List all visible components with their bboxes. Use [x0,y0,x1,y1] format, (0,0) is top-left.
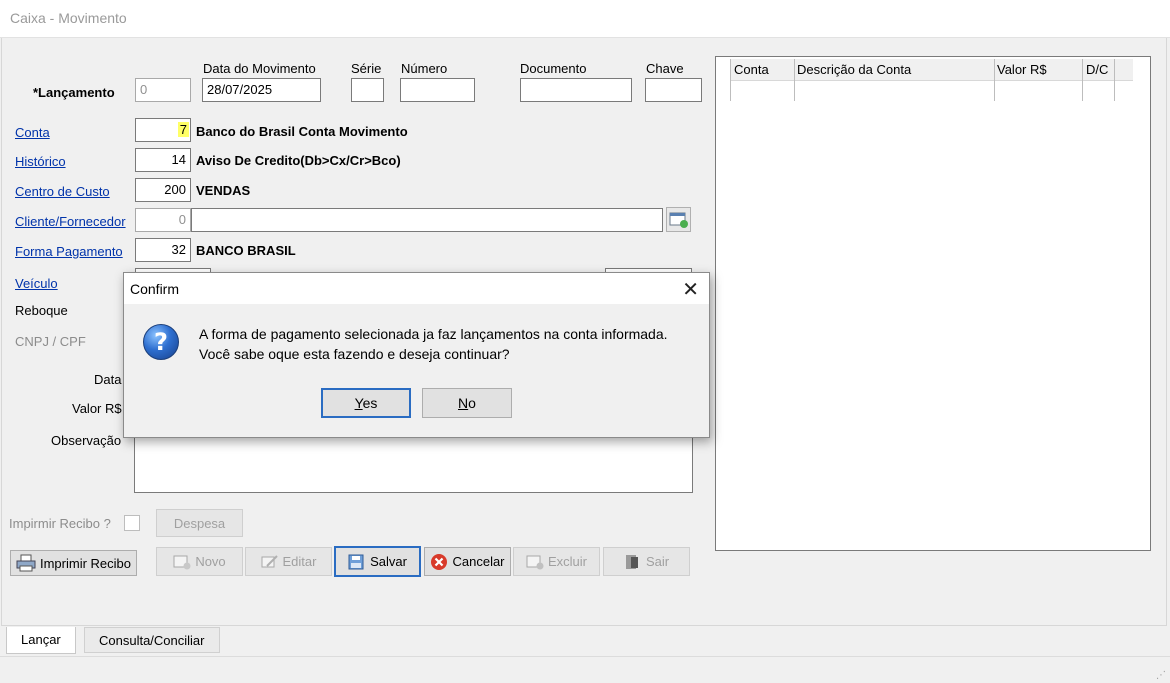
grid-divider [994,59,995,101]
grid-col-valor[interactable]: Valor R$ [997,62,1047,77]
conta-description: Banco do Brasil Conta Movimento [196,124,408,139]
yes-button[interactable]: Yes [321,388,411,418]
bottom-tab-strip: Lançar Consulta/Conciliar [0,626,1170,656]
veiculo-link[interactable]: Veículo [15,276,58,291]
close-icon[interactable]: ✕ [682,277,699,302]
cancel-icon [431,553,448,570]
confirm-dialog: Confirm ✕ ? A forma de pagamento selecio… [123,272,710,438]
lancamento-label: *Lançamento [33,85,115,100]
serie-field[interactable] [351,78,384,102]
documento-field[interactable] [520,78,632,102]
grid-divider [794,59,795,101]
salvar-button[interactable]: Salvar [334,546,421,577]
conta-code-value: 7 [177,122,189,137]
dialog-title-bar: Confirm ✕ [124,273,709,304]
reboque-label: Reboque [15,303,68,318]
centro-custo-link[interactable]: Centro de Custo [15,184,110,199]
editar-label: Editar [282,554,317,569]
forma-pagamento-link[interactable]: Forma Pagamento [15,244,123,259]
chave-label: Chave [646,61,684,76]
yes-accelerator: Y [354,395,363,411]
forma-pagamento-code-field[interactable]: 32 [135,238,191,262]
data-label: Data [94,372,122,387]
cliente-code-field[interactable]: 0 [135,208,191,232]
excluir-button[interactable]: Excluir [513,547,600,576]
no-label-rest: o [468,395,476,411]
no-button[interactable]: No [422,388,512,418]
imprimir-recibo-checkbox[interactable] [124,515,140,531]
sair-label: Sair [645,554,670,569]
valor-label: Valor R$ [72,401,122,416]
cliente-name-field[interactable] [191,208,663,232]
grid-divider [730,59,731,101]
window-title: Caixa - Movimento [10,10,127,26]
cliente-fornecedor-link[interactable]: Cliente/Fornecedor [15,214,126,229]
grid-col-dc[interactable]: D/C [1086,62,1108,77]
grid-divider [1082,59,1083,101]
lancamento-field[interactable]: 0 [135,78,191,102]
grid-divider [1114,59,1115,101]
salvar-label: Salvar [370,554,407,569]
forma-pagamento-description: BANCO BRASIL [196,243,296,258]
dialog-message-line-2: Você sabe oque esta fazendo e deseja con… [199,346,510,362]
chave-field[interactable] [645,78,702,102]
tab-lancar[interactable]: Lançar [6,627,76,654]
lookup-window-icon [669,212,688,228]
imprimir-recibo-label: Imprimir Recibo [39,555,131,571]
observacao-field[interactable] [134,430,693,493]
numero-field[interactable] [400,78,475,102]
resize-grip-icon[interactable]: ⋰ [1156,670,1166,681]
historico-code-field[interactable]: 14 [135,148,191,172]
lookup-button[interactable] [666,207,691,232]
edit-icon [261,554,278,567]
documento-label: Documento [520,61,587,76]
imprimir-recibo-question-label: Impirmir Recibo ? [9,516,111,531]
despesa-button[interactable]: Despesa [156,509,243,537]
numero-label: Número [401,61,448,76]
historico-description: Aviso De Credito(Db>Cx/Cr>Bco) [196,153,401,168]
centro-custo-description: VENDAS [196,183,251,198]
novo-label: Novo [195,554,226,569]
no-accelerator: N [458,395,469,411]
data-movimento-label: Data do Movimento [203,61,316,76]
grid-col-conta[interactable]: Conta [734,62,769,77]
sair-button[interactable]: Sair [603,547,690,576]
imprimir-recibo-button[interactable]: Imprimir Recibo [10,550,137,576]
data-movimento-field[interactable]: 28/07/2025 [202,78,321,102]
tab-consulta-conciliar[interactable]: Consulta/Conciliar [84,627,220,653]
cnpj-cpf-label: CNPJ / CPF [15,334,86,349]
dialog-title: Confirm [130,281,180,297]
serie-label: Série [351,61,382,76]
conta-code-field[interactable]: 7 [135,118,191,142]
dialog-message-line-1: A forma de pagamento selecionada ja faz … [199,326,668,342]
lancamentos-grid[interactable]: Conta Descrição da Conta Valor R$ D/C [715,56,1151,551]
grid-col-descricao[interactable]: Descrição da Conta [797,62,911,77]
excluir-label: Excluir [547,554,587,569]
delete-icon [526,555,544,569]
observacao-label: Observação [51,433,122,448]
window-title-bar: Caixa - Movimento [0,0,1170,38]
floppy-icon [348,554,364,569]
editar-button[interactable]: Editar [245,547,332,576]
historico-link[interactable]: Histórico [15,154,66,169]
dialog-message: A forma de pagamento selecionada ja faz … [199,324,668,364]
new-document-icon [173,555,191,569]
exit-door-icon [625,554,638,569]
printer-icon [16,554,36,572]
yes-label-rest: es [362,395,378,411]
status-bar: ⋰ [0,656,1170,683]
cancelar-label: Cancelar [452,554,505,569]
conta-link[interactable]: Conta [15,125,50,140]
cancelar-button[interactable]: Cancelar [424,547,511,576]
novo-button[interactable]: Novo [156,547,243,576]
grid-header [730,59,1133,81]
centro-custo-code-field[interactable]: 200 [135,178,191,202]
question-icon: ? [143,324,179,360]
